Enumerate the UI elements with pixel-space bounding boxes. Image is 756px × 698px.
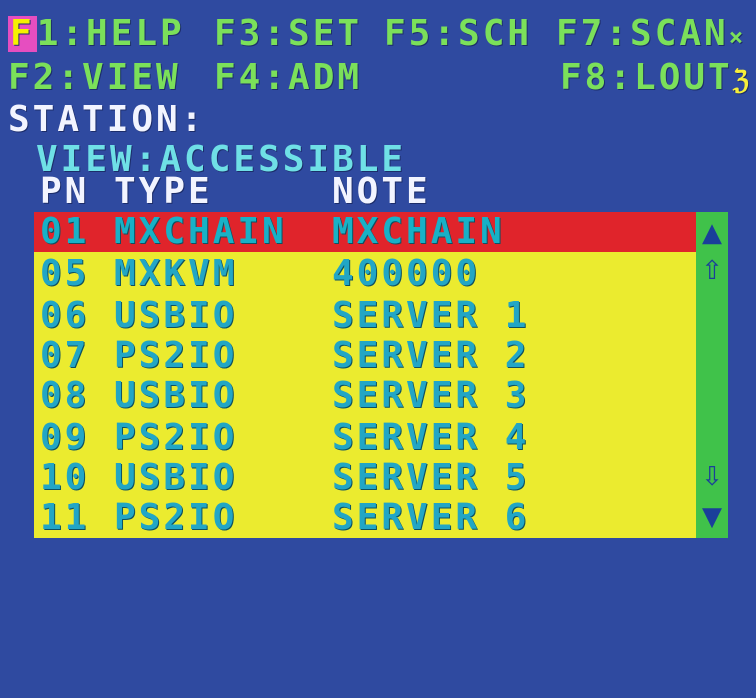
page-down-icon[interactable]: ▼: [696, 502, 728, 532]
port-number: 07: [40, 335, 90, 376]
f1-help-label: 1:HELP: [36, 13, 185, 54]
list-item[interactable]: 10 USBIO SERVER 5: [34, 458, 696, 498]
port-note: SERVER 1: [332, 295, 530, 336]
port-number: 06: [40, 295, 90, 336]
f1-key-highlight: F: [8, 13, 37, 54]
port-number: 10: [40, 457, 90, 498]
port-note: 400000: [332, 253, 481, 294]
f8-logout-label: F8:LOUT: [560, 57, 733, 98]
f3-set-menu[interactable]: F3:SET: [214, 14, 362, 54]
port-note: SERVER 4: [332, 417, 530, 458]
f7-scan-menu[interactable]: F7:SCAN×: [556, 14, 746, 57]
column-header-type: TYPE: [114, 171, 213, 212]
port-number: 05: [40, 253, 90, 294]
port-type: MXCHAIN: [114, 211, 287, 252]
port-type: PS2IO: [114, 335, 238, 376]
port-note: SERVER 5: [332, 457, 530, 498]
line-down-icon[interactable]: ⇩: [696, 462, 728, 492]
port-note: SERVER 6: [332, 497, 530, 538]
list-item[interactable]: 05 MXKVM 400000: [34, 254, 696, 294]
port-list: 01 MXCHAIN MXCHAIN 05 MXKVM 400000 06 US…: [34, 212, 728, 538]
port-number: 09: [40, 417, 90, 458]
port-note: MXCHAIN: [332, 211, 505, 252]
port-number: 08: [40, 375, 90, 416]
list-item[interactable]: 06 USBIO SERVER 1: [34, 296, 696, 336]
port-number: 01: [40, 211, 90, 252]
f4-admin-menu[interactable]: F4:ADM: [214, 58, 362, 98]
port-type: USBIO: [114, 457, 238, 498]
logout-sleep-icon: ℨ: [732, 66, 752, 96]
port-type: USBIO: [114, 375, 238, 416]
list-scrollbar[interactable]: ▲ ⇧ ⇩ ▼: [696, 212, 728, 538]
kvm-osd-screen: F1:HELP F3:SET F5:SCH F7:SCAN× F2:VIEW F…: [0, 0, 756, 565]
f1-help-menu[interactable]: F1:HELP: [8, 14, 185, 54]
port-note: SERVER 2: [332, 335, 530, 376]
port-note: SERVER 3: [332, 375, 530, 416]
f7-scan-label: F7:SCAN: [556, 13, 729, 54]
scan-icon: ×: [728, 23, 747, 51]
station-label: STATION:: [8, 99, 206, 140]
port-number: 11: [40, 497, 90, 538]
list-item[interactable]: 07 PS2IO SERVER 2: [34, 336, 696, 376]
f2-view-menu[interactable]: F2:VIEW: [8, 58, 181, 98]
list-item[interactable]: 09 PS2IO SERVER 4: [34, 418, 696, 458]
list-item[interactable]: 01 MXCHAIN MXCHAIN: [34, 212, 696, 252]
line-up-icon[interactable]: ⇧: [696, 256, 728, 286]
port-type: PS2IO: [114, 417, 238, 458]
port-type: USBIO: [114, 295, 238, 336]
f8-logout-menu[interactable]: F8:LOUTℨ: [560, 58, 752, 101]
port-type: MXKVM: [114, 253, 238, 294]
f5-search-menu[interactable]: F5:SCH: [384, 14, 532, 54]
port-type: PS2IO: [114, 497, 238, 538]
column-header-pn: PN: [40, 171, 90, 212]
page-up-icon[interactable]: ▲: [696, 218, 728, 248]
column-header-note: NOTE: [332, 171, 431, 212]
list-item[interactable]: 08 USBIO SERVER 3: [34, 376, 696, 416]
list-item[interactable]: 11 PS2IO SERVER 6: [34, 498, 696, 538]
